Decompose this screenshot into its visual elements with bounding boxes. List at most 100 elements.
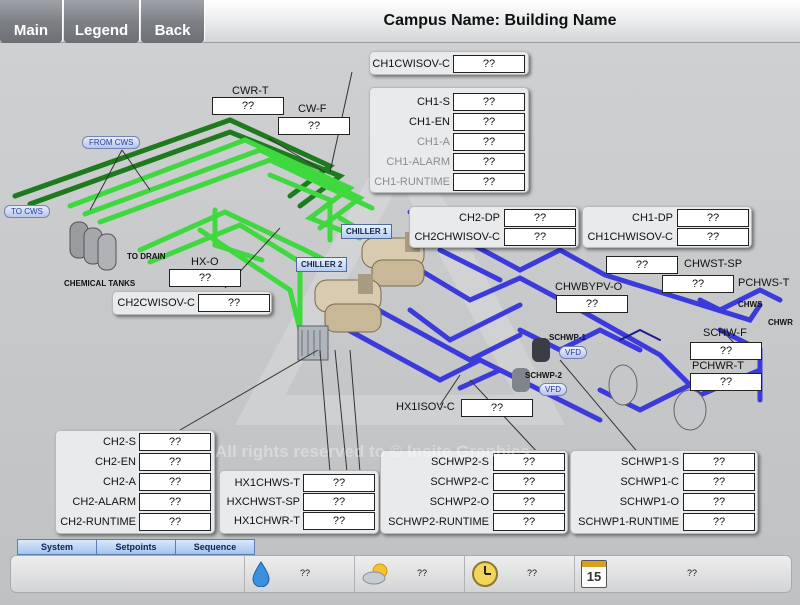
water-drop-icon: [252, 561, 270, 587]
hx1chws-t-label: HX1CHWS-T: [234, 477, 300, 489]
ch1-a-label: CH1-A: [416, 136, 450, 148]
humidity-cell: ??: [244, 556, 354, 592]
ch1-status-panel: CH1-S ?? CH1-EN ?? CH1-A ?? CH1-ALARM ??…: [369, 87, 529, 193]
schwp1-runtime-label: SCHWP1-RUNTIME: [578, 516, 679, 528]
ch2-alarm-value[interactable]: ??: [139, 493, 211, 511]
heat-exchanger: [297, 325, 329, 361]
schw-f-label: SCHW-F: [703, 327, 747, 339]
chemical-tanks: [69, 221, 117, 271]
schwp2-panel: SCHWP2-S ?? SCHWP2-C ?? SCHWP2-O ?? SCHW…: [380, 450, 568, 534]
ch1-runtime-label: CH1-RUNTIME: [374, 176, 450, 188]
ch2-dp-panel: CH2-DP ?? CH2CHWISOV-C ??: [409, 206, 579, 248]
time-cell: ??: [464, 556, 574, 592]
chiller-1-tag[interactable]: CHILLER 1: [341, 224, 393, 239]
hxchwst-sp-label: HXCHWST-SP: [226, 496, 300, 508]
schwp-2-vfd-tag[interactable]: VFD: [539, 383, 567, 396]
tab-sequence[interactable]: Sequence: [175, 539, 255, 555]
ch2-dp-value[interactable]: ??: [504, 209, 576, 227]
ch1-alarm-label: CH1-ALARM: [386, 156, 450, 168]
schwp1-s-value[interactable]: ??: [683, 453, 755, 471]
ch2-s-label: CH2-S: [102, 436, 136, 448]
ch2-en-value[interactable]: ??: [139, 453, 211, 471]
ch1-cwisov-label: CH1CWISOV-C: [372, 58, 450, 70]
ch1-en-value[interactable]: ??: [453, 113, 525, 131]
ch2-en-label: CH2-EN: [95, 456, 136, 468]
hxchwst-sp-value[interactable]: ??: [303, 493, 375, 511]
schwp1-o-value[interactable]: ??: [683, 493, 755, 511]
ch2-a-label: CH2-A: [102, 476, 136, 488]
hx-o-value[interactable]: ??: [169, 269, 241, 287]
bas-screen: Main Legend Back Campus Name: Building N…: [0, 0, 800, 605]
tab-setpoints[interactable]: Setpoints: [96, 539, 176, 555]
ch1-a-value[interactable]: ??: [453, 133, 525, 151]
ch2-cwisov-label: CH2CWISOV-C: [117, 297, 195, 309]
date-value: ??: [687, 568, 698, 578]
hx1isov-c-value[interactable]: ??: [461, 399, 533, 417]
cw-f-value[interactable]: ??: [278, 117, 350, 135]
schwp1-s-label: SCHWP1-S: [620, 456, 679, 468]
calendar-day: 15: [586, 569, 602, 584]
ch2-cwisov-value[interactable]: ??: [198, 294, 270, 312]
hx1chws-t-value[interactable]: ??: [303, 474, 375, 492]
ch1-dp-value[interactable]: ??: [677, 209, 749, 227]
hx1isov-c-label: HX1ISOV-C: [396, 401, 455, 413]
schwp2-c-value[interactable]: ??: [493, 473, 565, 491]
schwp-2-label: SCHWP-2: [525, 371, 562, 380]
ch2-s-value[interactable]: ??: [139, 433, 211, 451]
hx1chwr-t-value[interactable]: ??: [303, 512, 375, 530]
ch1-chwisov-label: CH1CHWISOV-C: [587, 231, 673, 243]
chiller-2-unit: [314, 274, 382, 333]
chemical-tanks-label: CHEMICAL TANKS: [64, 279, 136, 288]
ch1-runtime-value[interactable]: ??: [453, 173, 525, 191]
ch2-chwisov-value[interactable]: ??: [504, 228, 576, 246]
tab-system[interactable]: System: [17, 539, 97, 555]
humidity-value: ??: [300, 568, 311, 578]
ch1-chwisov-value[interactable]: ??: [677, 228, 749, 246]
from-cws-tag[interactable]: FROM CWS: [82, 136, 141, 149]
partly-cloudy-icon: [362, 563, 388, 585]
hx-panel: HX1CHWS-T ?? HXCHWST-SP ?? HX1CHWR-T ??: [219, 470, 379, 534]
ch2-cwisov-panel: CH2CWISOV-C ??: [112, 291, 272, 315]
chwst-sp-label: CHWST-SP: [684, 258, 743, 270]
ch2-a-value[interactable]: ??: [139, 473, 211, 491]
ch2-runtime-label: CH2-RUNTIME: [60, 516, 136, 528]
pchwr-t-value[interactable]: ??: [690, 373, 762, 391]
schwp1-c-value[interactable]: ??: [683, 473, 755, 491]
chiller-2-tag[interactable]: CHILLER 2: [296, 257, 348, 272]
ch1-alarm-value[interactable]: ??: [453, 153, 525, 171]
status-bar: ?? ?? ?? 15 ??: [10, 555, 792, 593]
schwp2-o-label: SCHWP2-O: [429, 496, 489, 508]
ch1-s-label: CH1-S: [416, 96, 450, 108]
ch1-cwisov-value[interactable]: ??: [453, 55, 525, 73]
ch1-en-label: CH1-EN: [409, 116, 450, 128]
schwp-1-label: SCHWP-1: [549, 333, 586, 342]
pchws-t-value[interactable]: ??: [662, 275, 734, 293]
cwr-t-label: CWR-T: [232, 85, 269, 97]
schwp1-panel: SCHWP1-S ?? SCHWP1-C ?? SCHWP1-O ?? SCHW…: [570, 450, 758, 534]
chwbypv-o-label: CHWBYPV-O: [555, 281, 623, 293]
schwp2-runtime-value[interactable]: ??: [493, 513, 565, 531]
ch1-dp-label: CH1-DP: [632, 212, 673, 224]
schwp1-o-label: SCHWP1-O: [619, 496, 679, 508]
schwp1-runtime-value[interactable]: ??: [683, 513, 755, 531]
to-cws-tag[interactable]: TO CWS: [4, 205, 50, 218]
watermark-text: All rights reserved to © Insite Graphics: [215, 442, 530, 461]
chwbypv-o-value[interactable]: ??: [556, 295, 628, 313]
hx1chwr-t-label: HX1CHWR-T: [234, 515, 300, 527]
chws-label: CHWS: [738, 300, 763, 309]
schwp2-c-label: SCHWP2-C: [430, 476, 489, 488]
schw-f-value[interactable]: ??: [690, 342, 762, 360]
schwp2-o-value[interactable]: ??: [493, 493, 565, 511]
ch2-runtime-value[interactable]: ??: [139, 513, 211, 531]
ch2-status-panel: CH2-S ?? CH2-EN ?? CH2-A ?? CH2-ALARM ??…: [55, 430, 215, 534]
schwp-1-vfd-tag[interactable]: VFD: [559, 346, 587, 359]
weather-value: ??: [417, 568, 428, 578]
chwst-sp-value[interactable]: ??: [606, 256, 678, 274]
ch1-s-value[interactable]: ??: [453, 93, 525, 111]
ch2-chwisov-label: CH2CHWISOV-C: [414, 231, 500, 243]
cwr-t-value[interactable]: ??: [212, 97, 284, 115]
schwp2-runtime-label: SCHWP2-RUNTIME: [388, 516, 489, 528]
date-cell: 15 ??: [574, 556, 791, 592]
ch2-dp-label: CH2-DP: [459, 212, 500, 224]
chwr-label: CHWR: [768, 318, 793, 327]
